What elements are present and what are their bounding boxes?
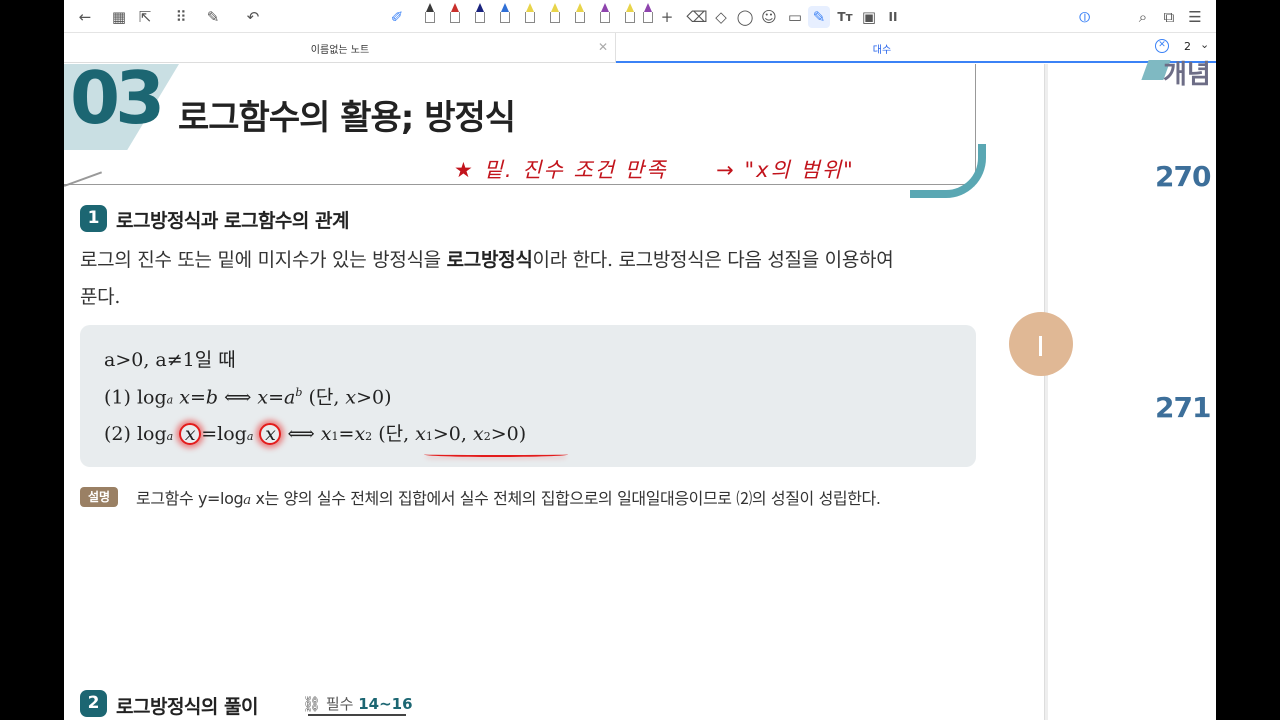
formula-condition: a>0, a≠1일 때 — [104, 349, 236, 371]
grid-icon[interactable]: ▦ — [108, 6, 130, 28]
pen-red[interactable] — [449, 3, 461, 23]
close-circle-icon[interactable]: ✕ — [1155, 39, 1169, 53]
menu-icon[interactable]: ☰ — [1184, 6, 1206, 28]
link-underline — [308, 714, 406, 716]
pen-blue[interactable] — [499, 3, 511, 23]
document-page[interactable]: 03 로그함수의 활용; 방정식 ★ 밑. 진수 조건 만족 → "x의 범위"… — [64, 64, 1044, 720]
section-badge: 1 — [80, 205, 107, 232]
page-gutter — [1045, 64, 1048, 720]
explanation-text: 로그함수 y=loga x는 양의 실수 전체의 집합에서 실수 전체의 집합으… — [136, 489, 881, 508]
handwritten-annotation: ★ 밑. 진수 조건 만족 → "x의 범위" — [454, 158, 855, 182]
back-arrow-icon[interactable]: ← — [74, 6, 96, 28]
formula-1: (1) loga x=b ⟺ x=ab (단, x>0) — [104, 386, 392, 409]
chapter-number: 03 — [70, 64, 165, 140]
required-link[interactable]: ⛓ 필수 14~16 — [302, 693, 413, 714]
mic-icon[interactable]: ⦶ — [1074, 6, 1096, 28]
reader-icon[interactable]: ⧉ — [1158, 6, 1180, 28]
tab-label: 대수 — [872, 45, 892, 56]
pen-navy[interactable] — [474, 3, 486, 23]
annotation-tail: "x의 범위" — [744, 158, 855, 182]
handwritten-underline — [424, 452, 568, 457]
edit-icon[interactable]: ✎ — [202, 6, 224, 28]
chapter-title: 로그함수의 활용; 방정식 — [178, 98, 516, 138]
tab-untitled-note[interactable]: 이름없는 노트 ✕ — [64, 33, 616, 63]
apps-icon[interactable]: ⠿ — [170, 6, 192, 28]
formula-2: (2) loga x =loga x ⟺ x1=x2 (단, x1>0, x2>0… — [104, 423, 527, 445]
comment-icon[interactable]: ▭ — [784, 6, 806, 28]
side-tab-handle — [1039, 336, 1042, 356]
circled-variable: x — [259, 423, 282, 445]
sticker-icon[interactable]: ☺ — [758, 6, 780, 28]
right-page-heading: 개념 — [1163, 60, 1211, 90]
problem-number: 271 — [1155, 391, 1211, 424]
highlighter-yellow-1[interactable] — [524, 3, 536, 23]
section-title: 로그방정식의 풀이 — [116, 696, 258, 718]
toolbar: ← ▦ ⇱ ⠿ ✎ ↶ ✐ + ⌫ ◇ ◯ ☺ ▭ ✎ Tт ▣ II ⦶ ⌕ … — [64, 0, 1216, 33]
pen-black[interactable] — [424, 3, 436, 23]
highlighter-yellow-4[interactable] — [624, 3, 636, 23]
note-app: ← ▦ ⇱ ⠿ ✎ ↶ ✐ + ⌫ ◇ ◯ ☺ ▭ ✎ Tт ▣ II ⦶ ⌕ … — [64, 0, 1216, 720]
shapes-icon[interactable]: ◇ — [710, 6, 732, 28]
circled-variable: x — [179, 423, 202, 445]
highlighter-icon[interactable]: ✎ — [808, 6, 830, 28]
text-icon[interactable]: Tт — [834, 6, 856, 28]
highlighter-yellow-2[interactable] — [549, 3, 561, 23]
search-icon[interactable]: ⌕ — [1132, 6, 1154, 28]
bold-term: 로그방정식 — [446, 249, 533, 271]
teal-arc-decoration — [910, 144, 986, 198]
image-icon[interactable]: ▣ — [858, 6, 880, 28]
add-pen-button[interactable]: + — [656, 6, 678, 28]
page-number[interactable]: 2 — [1184, 40, 1191, 53]
highlighter-purple-2[interactable] — [642, 3, 654, 23]
tab-label: 이름없는 노트 — [310, 45, 370, 56]
pause-icon[interactable]: II — [882, 6, 904, 28]
annotation-arrow: → — [716, 158, 736, 182]
export-icon[interactable]: ⇱ — [134, 6, 156, 28]
section-badge: 2 — [80, 690, 107, 717]
undo-icon[interactable]: ↶ — [242, 6, 264, 28]
highlighter-purple[interactable] — [599, 3, 611, 23]
link-icon: ⛓ — [302, 695, 322, 713]
chevron-down-icon[interactable]: ⌄ — [1200, 38, 1209, 51]
formula-box: a>0, a≠1일 때 (1) loga x=b ⟺ x=ab (단, x>0)… — [80, 325, 976, 467]
tab-algebra[interactable]: 대수 ✕ 2 ⌄ — [616, 33, 1216, 63]
problem-number: 270 — [1155, 160, 1211, 193]
intro-paragraph: 로그의 진수 또는 밑에 미지수가 있는 방정식을 로그방정식이라 한다. 로그… — [80, 249, 894, 308]
lasso-icon[interactable]: ◯ — [734, 6, 756, 28]
highlighter-yellow-3[interactable] — [574, 3, 586, 23]
tab-bar: 이름없는 노트 ✕ 대수 ✕ 2 ⌄ — [64, 33, 1216, 63]
explanation-badge: 설명 — [80, 487, 118, 507]
eraser-icon[interactable]: ⌫ — [686, 6, 708, 28]
right-page[interactable]: 개념 270 271 — [1009, 60, 1216, 720]
section-title: 로그방정식과 로그함수의 관계 — [116, 210, 349, 232]
close-icon[interactable]: ✕ — [598, 40, 608, 54]
pen-icon[interactable]: ✐ — [386, 6, 408, 28]
